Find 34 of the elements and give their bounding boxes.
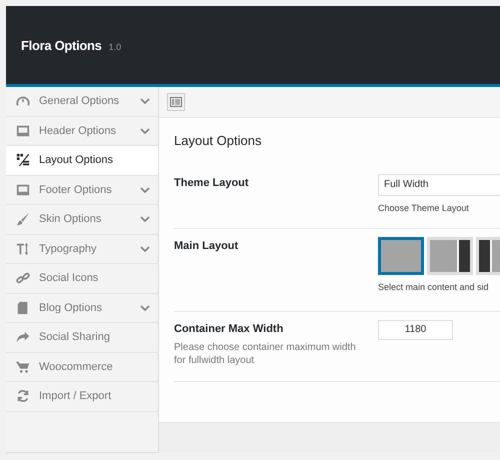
help-text: Select main content and sid	[378, 282, 490, 292]
layout-toggle-button[interactable]	[167, 93, 185, 111]
layout-icon	[16, 153, 30, 168]
sidebar-item[interactable]: Woocommerce	[6, 352, 158, 382]
sidebar-item[interactable]: Skin Options	[6, 205, 158, 234]
sidebar-item[interactable]: Social Sharing	[6, 323, 158, 352]
link-icon	[16, 271, 30, 286]
sidebar-item[interactable]: Layout Options	[6, 146, 158, 176]
version-label: 1.0	[108, 42, 122, 52]
panel-icon	[170, 97, 182, 107]
cart-icon	[16, 360, 30, 374]
sidebar-item[interactable]: Import / Export	[6, 382, 158, 412]
gauge-icon	[16, 94, 30, 108]
sidebar-item[interactable]: General Options	[6, 87, 158, 116]
sidebar-item[interactable]: Blog Options	[6, 294, 158, 323]
panel-icon	[16, 124, 30, 138]
field-label: Main Layout	[174, 240, 240, 252]
section-title: Layout Options	[174, 132, 262, 150]
sidebar-item[interactable]: Typography	[6, 234, 158, 264]
refresh-icon	[16, 389, 30, 404]
sidebar-item[interactable]: Social Icons	[6, 264, 158, 294]
panel-icon	[16, 182, 30, 197]
text-size-icon	[16, 242, 30, 256]
share-arrow-icon	[16, 330, 30, 344]
brush-icon	[16, 212, 30, 226]
field-label: Container Max Width	[174, 323, 284, 335]
field-description: Please choose container maximum width for fullwidth layout	[174, 341, 357, 367]
document-icon	[16, 300, 30, 315]
app-title: Flora Options	[21, 38, 102, 52]
help-text: Choose Theme Layout	[378, 203, 470, 213]
sidebar-item[interactable]: Footer Options	[6, 176, 158, 205]
field-label: Theme Layout	[174, 177, 250, 189]
input-field[interactable]: 1180	[378, 320, 453, 340]
select-field[interactable]: Full Width	[378, 174, 500, 196]
